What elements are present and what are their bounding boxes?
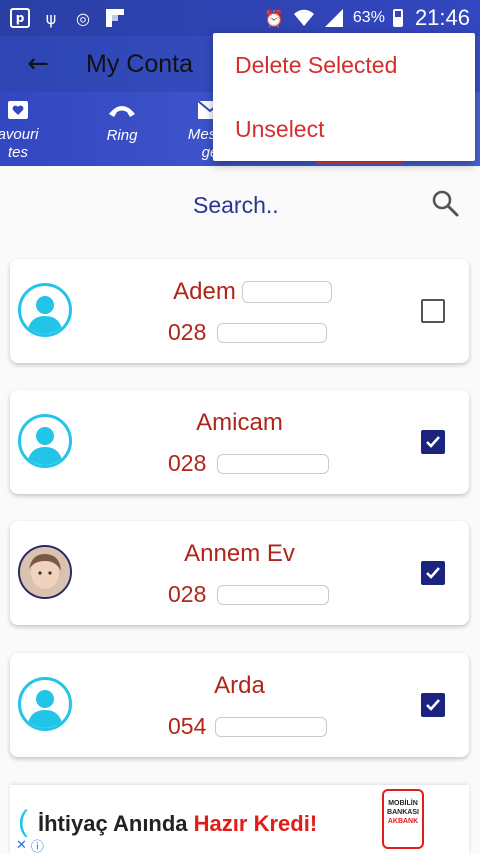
wifi-icon — [293, 7, 315, 29]
select-checkbox[interactable] — [421, 430, 445, 454]
bank-logo: MOBİLİN BANKASI AKBANK — [382, 789, 424, 849]
ad-headline: İhtiyaç Anında Hazır Kredi! — [38, 811, 318, 836]
battery-percent: 63% — [352, 9, 385, 26]
redaction-box — [215, 717, 327, 737]
heart-folder-icon — [8, 100, 28, 124]
contact-name: Annem Ev — [184, 540, 295, 567]
tab-favourites-label: avouri tes — [0, 126, 39, 161]
contact-phone: 054 — [168, 713, 207, 739]
redaction-box — [217, 323, 327, 343]
checkmark-icon — [426, 699, 440, 711]
flipboard-icon — [104, 7, 126, 29]
ad-choices[interactable]: ✕ ⓘ — [10, 837, 54, 854]
menu-item-unselect[interactable]: Unselect — [213, 97, 475, 161]
search-input[interactable]: Search.. — [193, 192, 279, 219]
redaction-box — [242, 281, 332, 303]
checkmark-icon — [426, 436, 440, 448]
contact-card[interactable]: Adem 028 — [10, 259, 469, 363]
contact-card[interactable]: Annem Ev 028 — [10, 521, 469, 625]
select-checkbox[interactable] — [421, 561, 445, 585]
info-icon[interactable]: ⓘ — [31, 836, 44, 854]
page-title: My Conta — [86, 49, 193, 78]
overflow-menu: Delete Selected Unselect — [213, 33, 475, 161]
close-icon[interactable]: ✕ — [16, 838, 27, 853]
tab-favourites[interactable]: avouri tes — [0, 92, 62, 166]
search-bar[interactable]: Search.. — [0, 166, 480, 246]
contact-phone: 028 — [168, 450, 207, 476]
usb-icon: ψ — [45, 8, 57, 28]
phone-icon — [107, 100, 137, 125]
p-app-icon: p — [10, 8, 30, 28]
sync-icon: ◎ — [76, 8, 90, 28]
tab-ring-label: Ring — [106, 127, 138, 144]
back-arrow-icon[interactable]: ← — [10, 36, 66, 92]
ad-decoration: ( — [18, 805, 28, 838]
clock: 21:46 — [414, 5, 470, 30]
checkmark-icon — [426, 567, 440, 579]
contact-phone: 028 — [168, 581, 207, 607]
contact-name: Adem — [173, 278, 236, 305]
menu-item-delete-selected[interactable]: Delete Selected — [213, 33, 475, 97]
contact-phone: 028 — [168, 319, 207, 345]
alarm-icon: ⏰ — [263, 8, 284, 28]
contact-name: Arda — [214, 672, 265, 699]
contact-card[interactable]: Amicam 028 — [10, 390, 469, 494]
redaction-box — [217, 585, 329, 605]
search-icon[interactable] — [430, 188, 462, 220]
battery-icon — [392, 9, 403, 27]
status-bar: p ψ ◎ ⏰ 63% 21:46 — [0, 0, 480, 36]
signal-icon — [323, 7, 345, 29]
contact-card[interactable]: Arda 054 — [10, 653, 469, 757]
contact-name: Amicam — [196, 409, 283, 436]
ad-banner[interactable]: ( İhtiyaç Anında Hazır Kredi! MOBİLİN BA… — [10, 785, 469, 854]
select-checkbox[interactable] — [421, 299, 445, 323]
redaction-box — [217, 454, 329, 474]
select-checkbox[interactable] — [421, 693, 445, 717]
tab-ring[interactable]: Ring — [78, 92, 166, 166]
